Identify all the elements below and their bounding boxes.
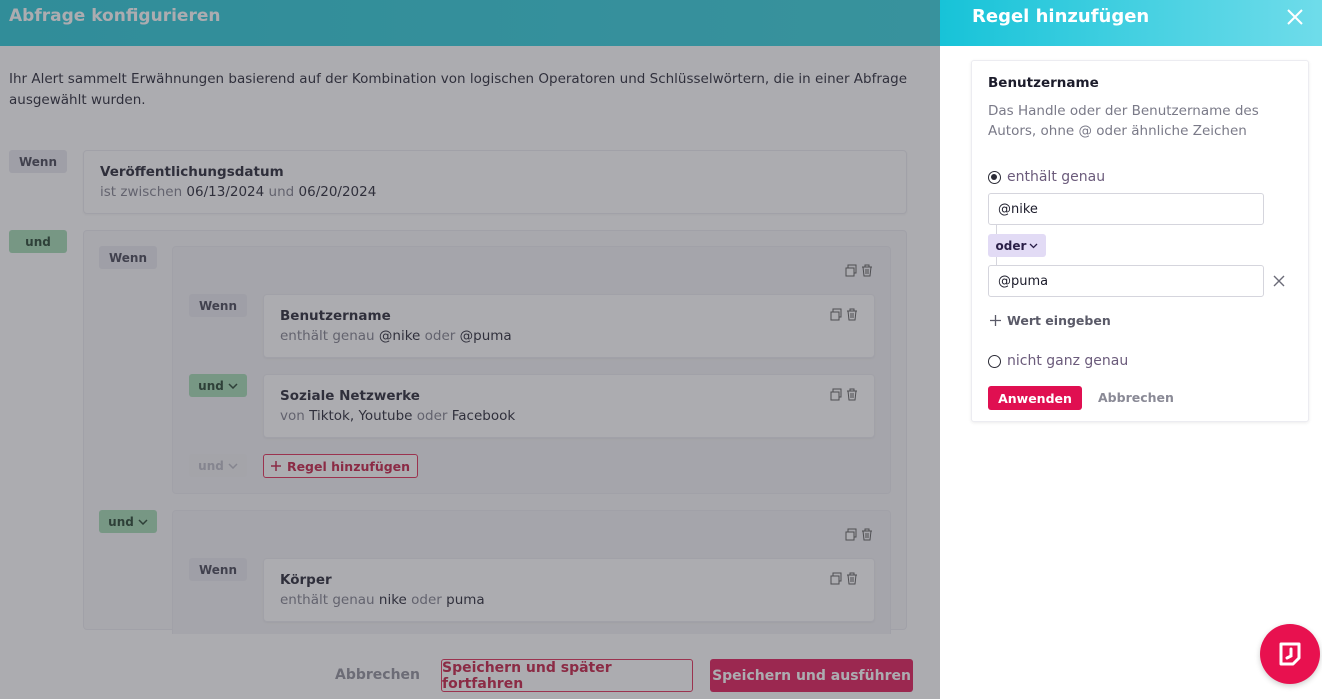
drawer-header: Regel hinzufügen [940, 0, 1322, 46]
apply-button[interactable]: Anwenden [988, 386, 1082, 410]
value-input[interactable] [988, 265, 1264, 297]
option-exact[interactable]: enthält genau [988, 169, 1105, 185]
query-config-page: Abfrage konfigurieren Ihr Alert sammelt … [0, 0, 940, 699]
radio-unselected[interactable] [988, 354, 1001, 368]
cancel-button[interactable]: Abbrechen [1098, 390, 1174, 405]
help-chat-button[interactable] [1260, 624, 1320, 684]
close-icon[interactable] [1285, 7, 1305, 27]
drawer-title: Regel hinzufügen [972, 6, 1150, 27]
chevron-down-icon [1029, 243, 1038, 248]
option-label: nicht ganz genau [1007, 353, 1129, 369]
operator-label: oder [995, 238, 1027, 253]
add-value-label: Wert eingeben [1007, 313, 1111, 328]
rule-editor-card: Benutzername Das Handle oder der Benutze… [971, 60, 1309, 422]
modal-backdrop[interactable] [0, 0, 940, 699]
close-icon[interactable] [1272, 274, 1286, 288]
connector-line [996, 225, 997, 234]
plus-icon [990, 315, 1001, 326]
rule-editor-title: Benutzername [988, 75, 1099, 91]
add-rule-drawer: Regel hinzufügen Benutzername Das Handle… [940, 0, 1322, 699]
value-input[interactable] [988, 193, 1264, 225]
option-not-exact[interactable]: nicht ganz genau [988, 353, 1128, 369]
option-label: enthält genau [1007, 169, 1106, 185]
rule-editor-description: Das Handle oder der Benutzername des Aut… [988, 103, 1259, 139]
help-chat-icon [1279, 642, 1301, 666]
radio-selected[interactable] [988, 170, 1001, 184]
add-value-button[interactable]: Wert eingeben [990, 313, 1111, 328]
or-operator-dropdown[interactable]: oder [988, 234, 1046, 257]
